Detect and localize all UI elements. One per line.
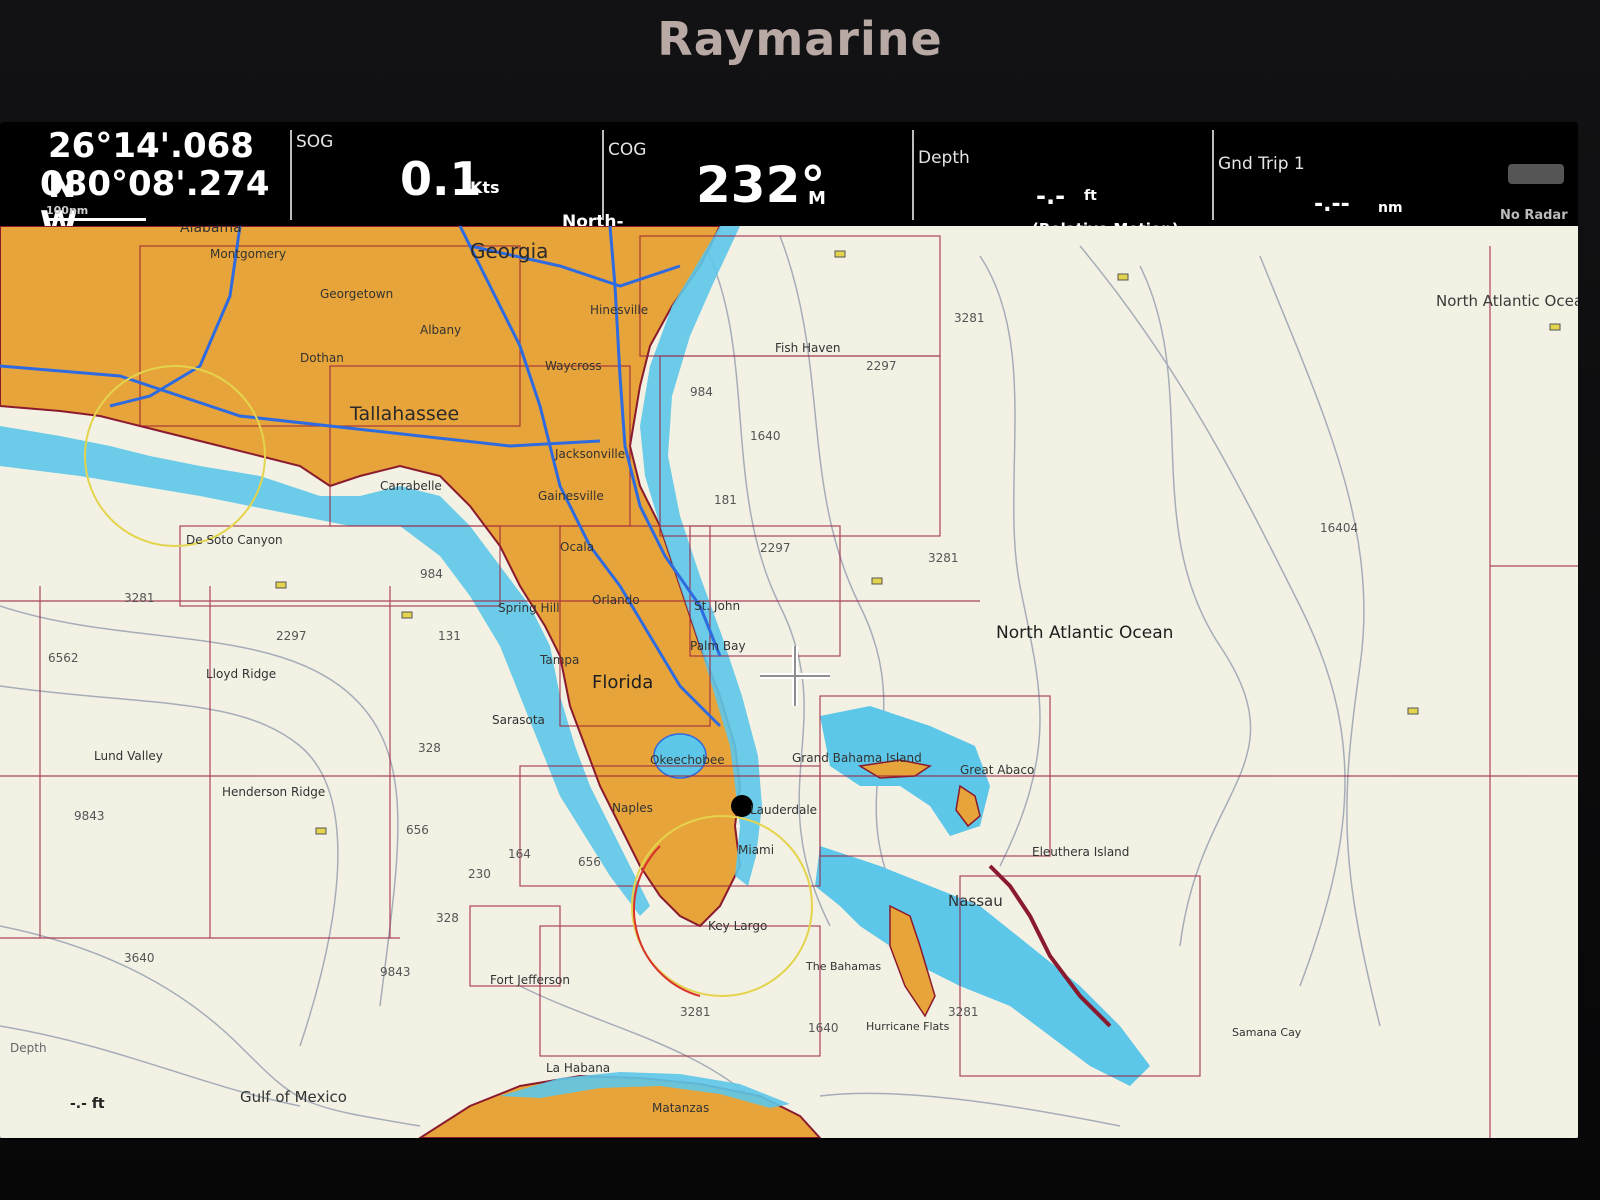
svg-text:9843: 9843: [380, 965, 411, 979]
radar-icon: [1508, 164, 1564, 184]
ground-trip-cell[interactable]: Gnd Trip 1 -.-- nm: [1214, 122, 1494, 234]
label-henderson-ridge: Henderson Ridge: [222, 785, 325, 799]
svg-text:3281: 3281: [124, 591, 155, 605]
depth-value: -.-: [1036, 182, 1066, 210]
chart-canvas[interactable]: Georgia Alabama Montgomery Tallahassee G…: [0, 226, 1578, 1138]
depth-unit: ft: [1084, 188, 1097, 204]
svg-text:984: 984: [420, 567, 443, 581]
label-samana-cay: Samana Cay: [1232, 1026, 1302, 1039]
label-miami: Miami: [738, 843, 774, 857]
label-grand-bahama: Grand Bahama Island: [792, 751, 922, 765]
scale-bar: [46, 218, 146, 221]
label-lauderdale: Lauderdale: [750, 803, 817, 817]
label-key-largo: Key Largo: [708, 919, 767, 933]
brand-logo: Raymarine: [657, 12, 943, 66]
label-north-atlantic-ocean: North Atlantic Ocean: [996, 623, 1173, 643]
label-albany: Albany: [420, 323, 461, 337]
label-la-habana: La Habana: [546, 1061, 610, 1075]
label-montgomery: Montgomery: [210, 247, 286, 261]
label-orlando: Orlando: [592, 593, 640, 607]
depth-label: Depth: [918, 148, 970, 168]
label-great-abaco: Great Abaco: [960, 763, 1034, 777]
svg-text:1640: 1640: [750, 429, 781, 443]
cog-value: 232°: [696, 156, 826, 214]
label-alabama: Alabama: [180, 226, 242, 236]
label-spring-hill: Spring Hill: [498, 601, 560, 615]
label-naples: Naples: [612, 801, 653, 815]
label-st-john: St. John: [694, 599, 740, 613]
label-tallahassee: Tallahassee: [349, 403, 459, 425]
label-nassau: Nassau: [948, 892, 1003, 910]
data-bar: 26°14'.068 N 080°08'.274 W 100nm SOG 0.1…: [0, 122, 1578, 252]
chartplotter-screen: 26°14'.068 N 080°08'.274 W 100nm SOG 0.1…: [0, 122, 1578, 1140]
label-gainesville: Gainesville: [538, 489, 604, 503]
svg-text:656: 656: [406, 823, 429, 837]
svg-text:131: 131: [438, 629, 461, 643]
svg-text:984: 984: [690, 385, 713, 399]
label-eleuthera: Eleuthera Island: [1032, 845, 1129, 859]
svg-text:6562: 6562: [48, 651, 79, 665]
label-matanzas: Matanzas: [652, 1101, 709, 1115]
radar-status-label: No Radar: [1500, 208, 1568, 223]
label-sarasota: Sarasota: [492, 713, 545, 727]
label-jacksonville: Jacksonville: [554, 447, 625, 461]
label-georgia: Georgia: [470, 239, 548, 263]
cog-unit: M: [808, 188, 826, 209]
sog-label: SOG: [296, 132, 334, 152]
svg-text:Depth: Depth: [10, 1041, 47, 1055]
svg-text:328: 328: [418, 741, 441, 755]
depth-cell[interactable]: Depth -.- ft (Relative Motion): [914, 122, 1214, 238]
svg-text:3281: 3281: [948, 1005, 979, 1019]
ground-trip-value: -.--: [1314, 192, 1350, 217]
svg-text:16404: 16404: [1320, 521, 1358, 535]
label-hinesville: Hinesville: [590, 303, 648, 317]
svg-text:3281: 3281: [680, 1005, 711, 1019]
svg-text:3640: 3640: [124, 951, 155, 965]
label-de-soto-canyon: De Soto Canyon: [186, 533, 283, 547]
svg-text:2297: 2297: [760, 541, 791, 555]
svg-text:9843: 9843: [74, 809, 105, 823]
label-fish-haven: Fish Haven: [775, 341, 841, 355]
label-lund-valley: Lund Valley: [94, 749, 163, 763]
label-okeechobee: Okeechobee: [650, 753, 725, 767]
label-lloyd-ridge: Lloyd Ridge: [206, 667, 276, 681]
svg-text:1640: 1640: [808, 1021, 839, 1035]
cog-label: COG: [608, 140, 647, 160]
ground-trip-unit: nm: [1378, 200, 1403, 216]
ground-trip-label: Gnd Trip 1: [1218, 154, 1305, 174]
label-gulf-of-mexico: Gulf of Mexico: [240, 1088, 347, 1106]
label-dothan: Dothan: [300, 351, 344, 365]
label-the-bahamas: The Bahamas: [805, 960, 881, 973]
label-florida: Florida: [592, 672, 653, 693]
sog-cell[interactable]: SOG 0.1 Kts North-Up: [292, 122, 624, 252]
position-cell[interactable]: 26°14'.068 N 080°08'.274 W 100nm: [0, 122, 290, 244]
chart-map[interactable]: Georgia Alabama Montgomery Tallahassee G…: [0, 226, 1578, 1138]
sog-unit: Kts: [470, 178, 500, 197]
label-palm-bay: Palm Bay: [690, 639, 746, 653]
svg-text:328: 328: [436, 911, 459, 925]
label-tampa: Tampa: [539, 653, 579, 667]
svg-text:230: 230: [468, 867, 491, 881]
svg-text:3281: 3281: [928, 551, 959, 565]
label-georgetown: Georgetown: [320, 287, 393, 301]
label-ocala: Ocala: [560, 540, 594, 554]
svg-text:164: 164: [508, 847, 531, 861]
label-north-atlantic-ocean-east: North Atlantic Ocean: [1436, 292, 1578, 310]
label-waycross: Waycross: [545, 359, 602, 373]
svg-text:-.- ft: -.- ft: [70, 1096, 105, 1112]
svg-text:181: 181: [714, 493, 737, 507]
svg-text:2297: 2297: [276, 629, 307, 643]
svg-text:656: 656: [578, 855, 601, 869]
scale-label: 100nm: [46, 204, 89, 217]
cog-cell[interactable]: COG 232° M: [604, 122, 904, 234]
svg-text:3281: 3281: [954, 311, 985, 325]
label-carrabelle: Carrabelle: [380, 479, 442, 493]
label-fort-jefferson: Fort Jefferson: [490, 973, 570, 987]
label-hurricane-flats: Hurricane Flats: [866, 1020, 950, 1033]
svg-text:2297: 2297: [866, 359, 897, 373]
radar-status-cell[interactable]: No Radar: [1494, 122, 1578, 234]
